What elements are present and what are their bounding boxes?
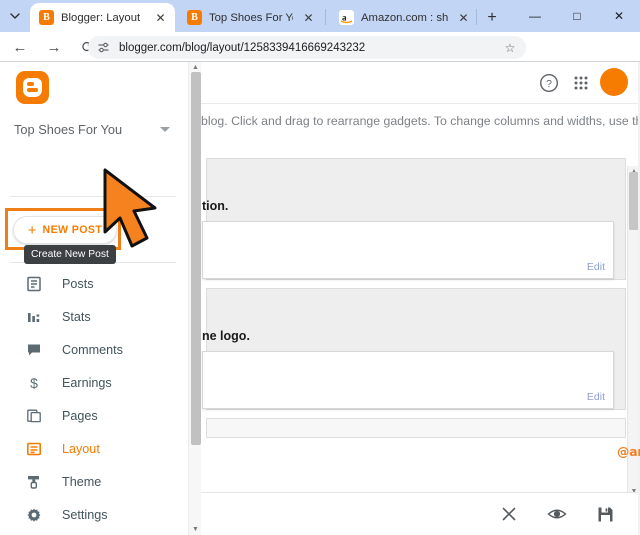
help-icon[interactable]: ? [538,72,560,94]
sidebar-item-posts[interactable]: Posts [0,267,188,300]
blogger-b-glyph [23,78,42,97]
sidebar-item-label: Earnings [62,375,112,390]
chevron-down-icon [160,126,170,132]
sidebar-item-label: Stats [62,309,91,324]
tab-close-icon[interactable]: ✕ [152,9,169,26]
blogger-favicon: B [39,10,54,25]
tab-divider [325,9,326,25]
sidebar-item-layout[interactable]: Layout [0,432,188,465]
layout-gadgets-area: tion. Edit ne logo. Edit [201,158,640,535]
tab-divider [476,9,477,25]
sidebar-item-label: Comments [62,342,123,357]
sidebar-item-label: Settings [62,507,108,522]
gadget-section[interactable]: tion. Edit [202,158,626,280]
sidebar-item-comments[interactable]: Comments [0,333,188,366]
browser-toolbar: ← → ⟳ blogger.com/blog/layout/1258339416… [0,32,640,87]
gadget-heading: tion. [202,199,229,213]
layout-intro-text: blog. Click and drag to rearrange gadget… [201,114,640,128]
pages-icon [25,407,43,425]
comments-icon [25,341,43,359]
gadget-heading: ne logo. [202,329,250,343]
blogger-sidebar: Top Shoes For You + NEW POST Create New … [0,62,188,535]
cancel-icon[interactable] [496,501,522,527]
watermark-handle: @aneukpineung78 [617,444,640,459]
pointer-arrow-annotation [99,166,174,261]
sidebar-item-label: Pages [62,408,98,423]
tab-title: Blogger: Layout [61,11,141,24]
sidebar-item-label: Posts [62,276,94,291]
svg-text:a: a [342,13,347,23]
new-tab-button[interactable]: + [481,7,503,29]
blogger-logo[interactable] [16,71,49,104]
theme-icon [25,473,43,491]
gadget-card[interactable]: Edit [202,221,614,279]
tab-strip-background: B Blogger: Layout ✕ B Top Shoes For You … [0,0,640,32]
tab-blogger-layout[interactable]: B Blogger: Layout ✕ [30,3,175,32]
page-scrollbar-thumb[interactable] [190,72,201,445]
blogger-favicon: B [187,10,202,25]
stats-icon [25,308,43,326]
tab-amazon-shoes[interactable]: a Amazon.com : shoes ✕ [330,3,478,32]
save-icon[interactable] [592,501,618,527]
gadget-card[interactable]: Edit [202,351,614,409]
sidebar-item-label: Theme [62,474,102,489]
layout-icon [25,440,43,458]
sidebar-item-settings[interactable]: Settings [0,498,188,531]
page-viewport: Top Shoes For You + NEW POST Create New … [0,62,640,535]
sidebar-item-label: Layout [62,441,100,456]
plus-icon: + [27,221,37,239]
tab-title: Amazon.com : shoes [361,11,448,24]
tab-search-chevron-down-icon[interactable] [2,3,28,29]
blog-name-label: Top Shoes For You [14,121,123,137]
gadget-edit-link[interactable]: Edit [587,391,605,403]
sidebar-item-theme[interactable]: Theme [0,465,188,498]
earnings-icon: $ [25,374,43,392]
sidebar-item-earnings[interactable]: $ Earnings [0,366,188,399]
forward-button[interactable]: → [40,33,68,61]
address-bar-url: blogger.com/blog/layout/1258339416669243… [119,41,366,54]
gadget-section[interactable]: ne logo. Edit [202,288,626,410]
blog-selector-dropdown[interactable]: Top Shoes For You [8,114,180,144]
new-post-label: NEW POST [42,224,103,236]
preview-eye-icon[interactable] [544,501,570,527]
sidebar-item-reading-list[interactable]: Reading List [0,531,188,535]
close-window-button[interactable]: ✕ [598,0,640,32]
tab-close-icon[interactable]: ✕ [300,9,317,26]
main-content: ? blog. Click and drag to rearrange gadg… [201,62,640,535]
address-bar[interactable]: blogger.com/blog/layout/1258339416669243… [88,36,526,59]
layout-bottom-toolbar [201,492,640,535]
site-settings-tune-icon[interactable] [96,40,111,55]
svg-text:$: $ [30,375,38,391]
browser-window: B Blogger: Layout ✕ B Top Shoes For You … [0,0,640,535]
maximize-button[interactable]: □ [556,0,598,32]
back-button[interactable]: ← [6,33,34,61]
tab-title: Top Shoes For You [209,11,293,24]
sidebar-item-stats[interactable]: Stats [0,300,188,333]
main-header: ? [201,62,640,104]
user-avatar[interactable] [600,68,628,96]
window-controls: — □ ✕ [514,0,640,32]
gadget-section-partial[interactable] [206,418,626,438]
posts-icon [25,275,43,293]
sidebar-item-pages[interactable]: Pages [0,399,188,432]
amazon-favicon: a [339,10,354,25]
tab-strip: B Blogger: Layout ✕ B Top Shoes For You … [0,0,640,32]
bookmark-star-icon[interactable]: ☆ [502,40,518,56]
apps-grid-icon[interactable] [570,72,592,94]
gadget-edit-link[interactable]: Edit [587,261,605,273]
page-scrollbar[interactable]: ▲ ▼ [188,62,201,535]
sidebar-nav-list: Posts Stats Comments $ Earnings Pages La… [0,267,188,535]
settings-gear-icon [25,506,43,524]
watermark: @aneukpineung78 [617,443,640,460]
minimize-button[interactable]: — [514,0,556,32]
svg-text:?: ? [546,78,552,90]
tab-close-icon[interactable]: ✕ [455,9,472,26]
tab-top-shoes-for-you[interactable]: B Top Shoes For You ✕ [178,3,323,32]
